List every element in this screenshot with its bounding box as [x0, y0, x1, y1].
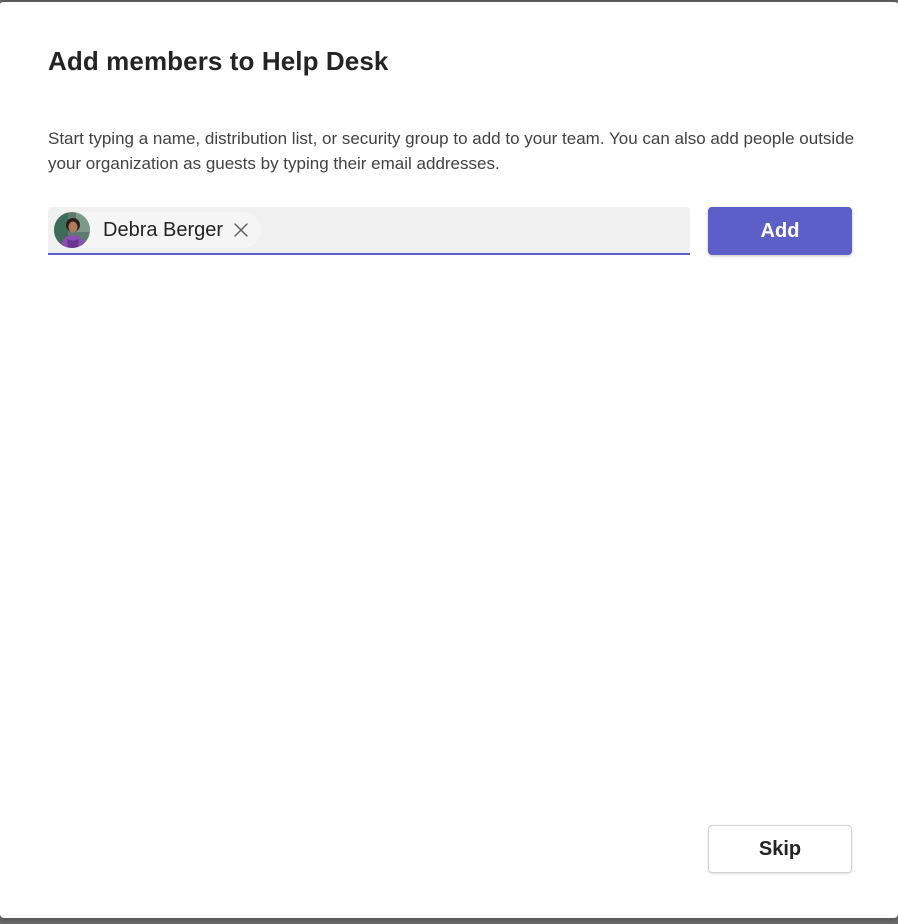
user-photo-avatar	[54, 212, 90, 248]
dialog-description: Start typing a name, distribution list, …	[48, 129, 855, 173]
dialog-title: Add members to Help Desk	[48, 46, 389, 76]
selected-person-name: Debra Berger	[103, 218, 224, 241]
add-members-dialog: Add members to Help Desk Start typing a …	[0, 0, 898, 918]
people-search-input[interactable]	[267, 209, 690, 251]
skip-button[interactable]: Skip	[708, 825, 852, 873]
add-button[interactable]: Add	[708, 207, 852, 255]
close-icon[interactable]	[231, 220, 251, 240]
selected-person-chip: Debra Berger	[54, 212, 262, 248]
people-picker-field[interactable]: Debra Berger	[48, 207, 690, 255]
